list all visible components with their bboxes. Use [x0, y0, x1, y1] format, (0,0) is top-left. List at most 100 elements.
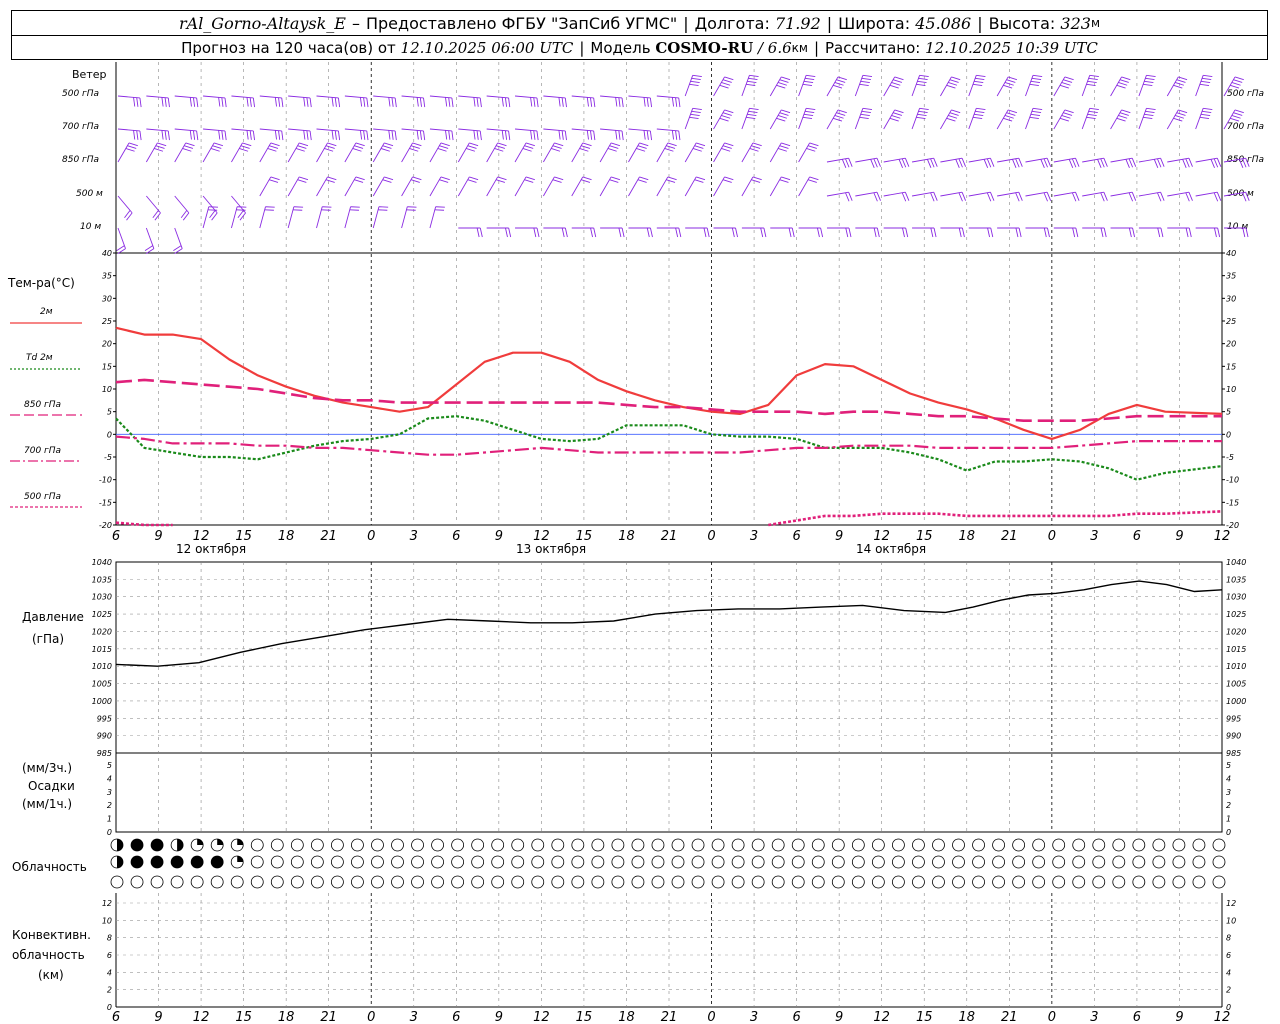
- wind-barb: [833, 84, 843, 89]
- wind-barb: [724, 109, 734, 114]
- wind-barb: [1061, 115, 1071, 119]
- wind-barb: [1200, 113, 1211, 116]
- wind-barb: [401, 95, 424, 99]
- wind-barb: [497, 142, 507, 147]
- hour-tick-label: 12: [873, 1010, 890, 1024]
- wind-barb: [656, 95, 679, 99]
- wind-barb: [898, 159, 904, 168]
- wind-barb: [505, 227, 508, 238]
- hour-tick-label: 18: [618, 1010, 635, 1024]
- wind-barb: [599, 176, 612, 197]
- wind-barb: [777, 82, 787, 86]
- hour-tick-label: 15: [235, 1010, 252, 1024]
- wind-barb: [476, 227, 480, 238]
- wind-barb: [590, 227, 593, 238]
- wind-barb: [554, 142, 564, 147]
- cloud-cover-circle: [491, 875, 505, 889]
- wind-barb: [696, 176, 706, 181]
- wind-barb: [161, 130, 164, 140]
- wind-barb: [599, 142, 612, 163]
- wind-barb: [593, 130, 596, 141]
- wind-barb: [196, 130, 199, 141]
- wind-barb: [1143, 116, 1153, 119]
- wind-barb: [249, 97, 252, 107]
- wind-barb: [933, 227, 937, 238]
- cloud-cover-fill: [131, 839, 144, 851]
- cloud-cover-circle: [892, 838, 905, 852]
- wind-barb: [649, 97, 653, 108]
- wind-barb: [259, 142, 272, 163]
- wind-barb: [769, 176, 782, 197]
- wind-barb: [429, 142, 442, 163]
- cloud-cover-circle: [310, 838, 324, 852]
- pressure-y-tick: 1030: [1226, 593, 1246, 602]
- wind-barb: [590, 97, 593, 107]
- wind-barb: [146, 95, 169, 99]
- wind-barb: [337, 97, 341, 108]
- hour-tick-label: 9: [1175, 529, 1183, 544]
- wind-barb: [1081, 108, 1091, 130]
- wind-barb: [372, 206, 380, 229]
- cloud-cover-fill: [237, 856, 244, 862]
- wind-barb: [479, 97, 482, 108]
- wind-barb: [1242, 227, 1246, 238]
- wind-barb: [325, 145, 335, 149]
- wind-barb: [798, 176, 811, 197]
- wind-barb: [410, 145, 420, 149]
- wind-barb: [252, 130, 256, 141]
- meteogram-svg: 6699121215151818212100336699121215151818…: [10, 62, 1250, 1024]
- wind-barb: [940, 157, 963, 163]
- wind-barb: [1086, 116, 1096, 119]
- cloud-cover-circle: [952, 875, 965, 889]
- wind-barb: [354, 145, 364, 149]
- wind-barb: [401, 128, 424, 132]
- wind-barb: [646, 130, 649, 140]
- wind-barb: [429, 176, 442, 197]
- wind-barb: [1143, 83, 1153, 86]
- temp-y-tick: -5: [1226, 453, 1234, 462]
- wind-barb: [508, 97, 511, 108]
- wind-barb: [524, 145, 534, 149]
- wind-barb: [983, 159, 989, 168]
- wind-barb: [731, 227, 735, 238]
- wind-barb: [719, 84, 729, 89]
- temp-y-tick: 40: [102, 249, 112, 258]
- wind-barb: [841, 159, 847, 168]
- cloud-cover-fill: [217, 839, 224, 845]
- wind-barb: [806, 107, 816, 110]
- wind-barb: [486, 176, 499, 197]
- cloud-cover-circle: [491, 855, 505, 869]
- cloud-cover-circle: [791, 875, 805, 889]
- wind-barb: [439, 145, 449, 149]
- cloud-cover-circle: [992, 855, 1005, 869]
- wind-barb: [703, 227, 707, 238]
- temp-y-tick: 40: [1226, 249, 1236, 258]
- wind-barb: [1188, 158, 1193, 167]
- cloud-cover-circle: [411, 838, 424, 852]
- wind-barb: [615, 130, 618, 140]
- wind-barb: [876, 227, 880, 238]
- cloud-cover-circle: [531, 875, 545, 889]
- cloud-cover-circle: [1052, 838, 1066, 852]
- cloud-cover-circle: [811, 855, 825, 869]
- pressure-y-tick: 1025: [1226, 610, 1246, 619]
- cloud-cover-circle: [290, 838, 304, 852]
- wind-barb: [986, 158, 992, 168]
- wind-barb: [593, 97, 596, 108]
- wind-barb: [1173, 117, 1183, 122]
- pressure-y-tick: 990: [97, 732, 112, 741]
- wind-barb: [926, 159, 932, 168]
- cloud-cover-circle: [972, 875, 985, 889]
- hour-tick-label: 18: [958, 529, 975, 544]
- wind-barb: [859, 83, 869, 86]
- wind-barb: [803, 80, 814, 83]
- wind-barb: [561, 130, 564, 140]
- precip-y-tick: 1: [1226, 815, 1231, 824]
- wind-barb: [372, 176, 385, 197]
- wind-barb: [117, 142, 130, 163]
- cloud-cover-circle: [431, 838, 444, 852]
- wind-barb: [873, 192, 878, 202]
- wind-barb: [618, 130, 621, 140]
- wind-barb: [721, 148, 731, 152]
- cloud-cover-circle: [551, 875, 565, 889]
